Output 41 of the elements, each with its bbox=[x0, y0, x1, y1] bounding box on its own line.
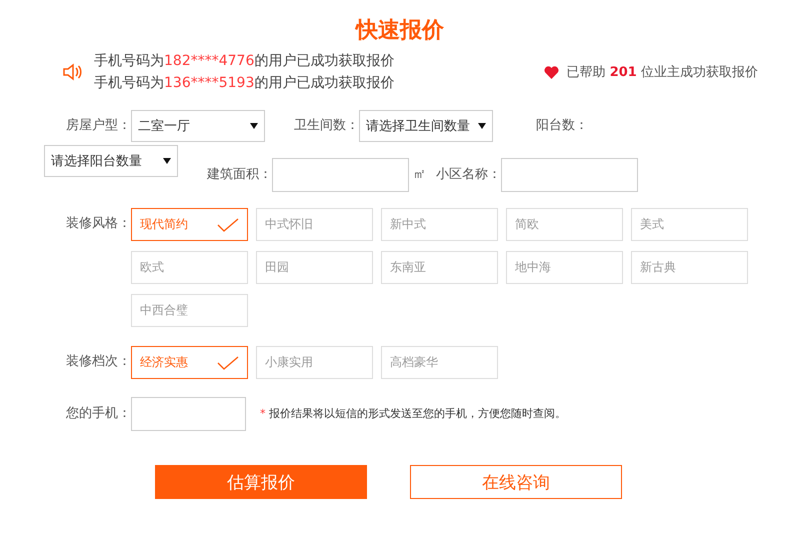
option-button[interactable]: 现代简约 bbox=[131, 208, 248, 241]
heart-icon bbox=[544, 66, 559, 78]
caret-icon bbox=[163, 158, 171, 164]
option-button[interactable]: 地中海 bbox=[506, 251, 623, 284]
option-button[interactable]: 美式 bbox=[631, 208, 748, 241]
field-label: 阳台数： bbox=[536, 117, 588, 135]
community-input[interactable] bbox=[501, 158, 638, 192]
field-label: 卫生间数： bbox=[294, 117, 359, 135]
caret-icon bbox=[478, 123, 486, 129]
option-button[interactable]: 高档豪华 bbox=[381, 346, 498, 379]
option-button[interactable]: 田园 bbox=[256, 251, 373, 284]
page-title: 快速报价 bbox=[354, 17, 445, 44]
estimate-button[interactable]: 估算报价 bbox=[155, 465, 367, 499]
option-button[interactable]: 中式怀旧 bbox=[256, 208, 373, 241]
field-label: 小区名称： bbox=[436, 166, 501, 184]
select-dropdown[interactable]: 请选择卫生间数量 bbox=[359, 110, 493, 142]
option-button[interactable]: 经济实惠 bbox=[131, 346, 248, 379]
consult-button[interactable]: 在线咨询 bbox=[410, 465, 622, 499]
field-label: 房屋户型： bbox=[65, 117, 131, 135]
phone-input[interactable] bbox=[131, 397, 246, 431]
select-dropdown[interactable]: 请选择阳台数量 bbox=[44, 145, 178, 177]
field-label: 装修风格： bbox=[65, 215, 131, 233]
speaker-icon bbox=[62, 63, 82, 81]
helped-count-text: 已帮助 201 位业主成功获取报价 bbox=[566, 64, 758, 81]
ticker-message: 手机号码为136****5193的用户已成功获取报价 bbox=[94, 74, 396, 92]
option-button[interactable]: 新中式 bbox=[381, 208, 498, 241]
area-input[interactable] bbox=[272, 158, 409, 192]
option-button[interactable]: 欧式 bbox=[131, 251, 248, 284]
option-button[interactable]: 小康实用 bbox=[256, 346, 373, 379]
caret-icon bbox=[250, 123, 258, 129]
select-dropdown[interactable]: 二室一厅 bbox=[131, 110, 265, 142]
ticker-message: 手机号码为182****4776的用户已成功获取报价 bbox=[94, 52, 396, 70]
option-button[interactable]: 简欧 bbox=[506, 208, 623, 241]
option-button[interactable]: 中西合璧 bbox=[131, 294, 248, 327]
field-label: 建筑面积： bbox=[207, 166, 272, 184]
option-button[interactable]: 新古典 bbox=[631, 251, 748, 284]
unit-label: ㎡ bbox=[413, 166, 426, 184]
option-button[interactable]: 东南亚 bbox=[381, 251, 498, 284]
phone-note: * 报价结果将以短信的形式发送至您的手机，方便您随时查阅。 bbox=[260, 406, 566, 422]
field-label: 您的手机： bbox=[65, 405, 131, 423]
field-label: 装修档次： bbox=[65, 353, 131, 371]
